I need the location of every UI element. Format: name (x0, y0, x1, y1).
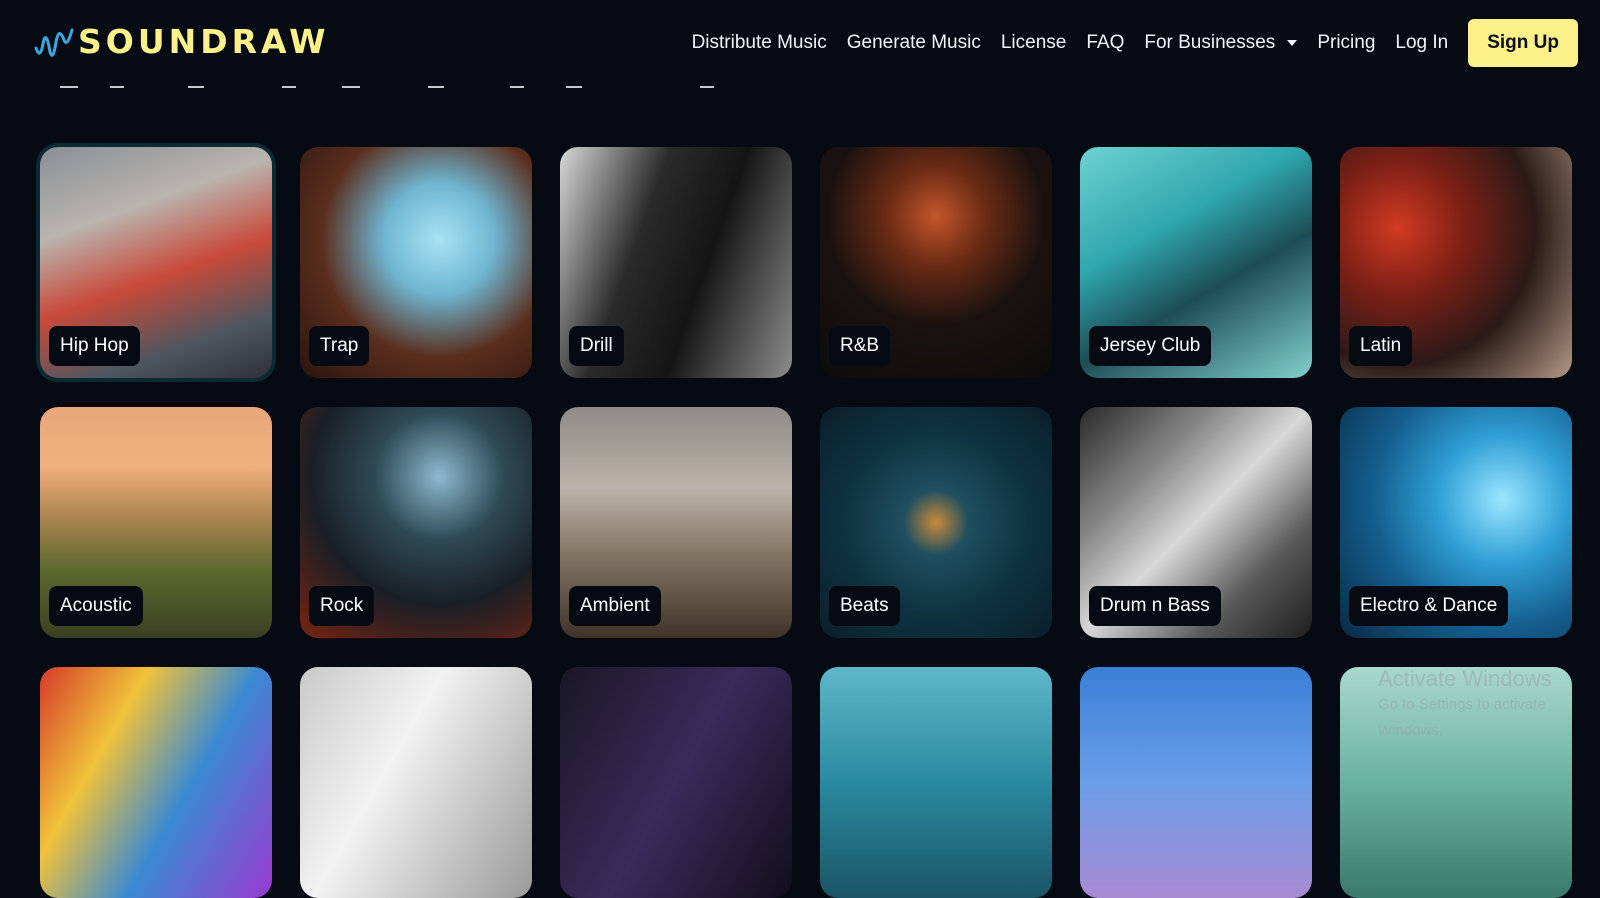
nav-for-businesses-label: For Businesses (1144, 32, 1276, 53)
genre-card[interactable]: Jersey Club (1080, 147, 1312, 378)
genre-card[interactable] (40, 667, 272, 898)
nav-login[interactable]: Log In (1395, 32, 1448, 54)
genre-label: Acoustic (49, 586, 143, 626)
watermark-subtitle: Go to Settings to activate Windows. (1378, 696, 1546, 739)
genre-card[interactable]: Acoustic (40, 407, 272, 638)
genre-card[interactable]: Hip Hop (40, 147, 272, 378)
genre-label: Jersey Club (1089, 326, 1212, 366)
genre-card[interactable]: Latin (1340, 147, 1572, 378)
nav-generate-music[interactable]: Generate Music (847, 32, 981, 54)
main-nav: Distribute Music Generate Music License … (672, 19, 1578, 67)
nav-pricing[interactable]: Pricing (1317, 32, 1375, 54)
soundraw-logo[interactable]: SOUNDRAW (34, 20, 330, 64)
nav-for-businesses[interactable]: For Businesses (1144, 32, 1298, 54)
genre-card[interactable]: Electro & Dance (1340, 407, 1572, 638)
genre-label: Hip Hop (49, 326, 140, 366)
watermark-title: Activate Windows (1378, 666, 1552, 691)
genre-card[interactable]: Beats (820, 407, 1052, 638)
genre-label: Latin (1349, 326, 1413, 366)
site-header: SOUNDRAW Distribute Music Generate Music… (0, 0, 1600, 86)
brand-name: SOUNDRAW (78, 22, 330, 61)
windows-activation-watermark: Activate Windows Go to Settings to activ… (1378, 666, 1600, 744)
nav-license[interactable]: License (1001, 32, 1067, 54)
genre-image (300, 667, 532, 898)
genre-card[interactable]: Drill (560, 147, 792, 378)
genre-label: R&B (829, 326, 891, 366)
genre-label: Rock (309, 586, 375, 626)
chevron-down-icon (1287, 40, 1298, 46)
genre-card[interactable]: R&B (820, 147, 1052, 378)
nav-distribute-music[interactable]: Distribute Music (692, 32, 827, 54)
genre-image (1080, 667, 1312, 898)
genre-label: Beats (829, 586, 900, 626)
genre-image (560, 667, 792, 898)
genre-label: Ambient (569, 586, 661, 626)
signup-button[interactable]: Sign Up (1468, 19, 1578, 67)
genre-label: Trap (309, 326, 370, 366)
genre-card[interactable]: Trap (300, 147, 532, 378)
genre-image (40, 667, 272, 898)
genre-card[interactable] (300, 667, 532, 898)
genre-image (820, 667, 1052, 898)
nav-faq[interactable]: FAQ (1086, 32, 1124, 54)
genre-card[interactable]: Ambient (560, 407, 792, 638)
genre-card[interactable]: Rock (300, 407, 532, 638)
genre-label: Electro & Dance (1349, 586, 1509, 626)
genre-card[interactable]: Drum n Bass (1080, 407, 1312, 638)
genre-label: Drum n Bass (1089, 586, 1221, 626)
waveform-icon (34, 28, 74, 57)
genre-card[interactable] (560, 667, 792, 898)
genre-card[interactable] (1080, 667, 1312, 898)
genre-card[interactable] (820, 667, 1052, 898)
genre-label: Drill (569, 326, 624, 366)
